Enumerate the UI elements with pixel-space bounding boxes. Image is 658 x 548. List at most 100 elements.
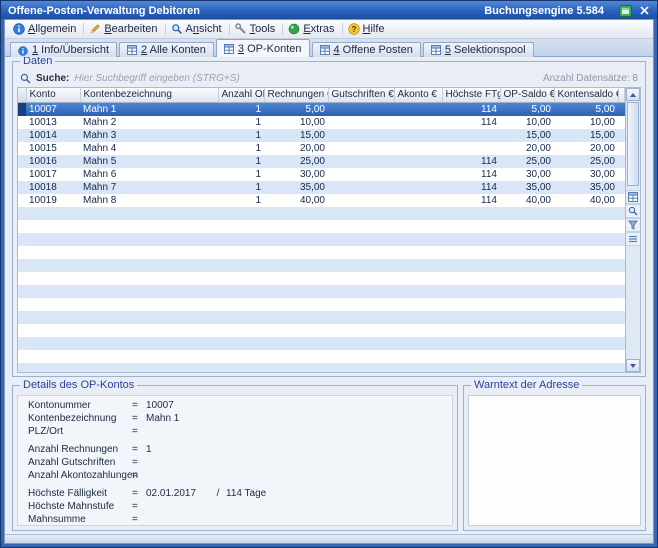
cell[interactable]: 10,00	[264, 116, 328, 129]
cell[interactable]	[328, 129, 394, 142]
cell[interactable]: 40,00	[264, 194, 328, 207]
cell[interactable]	[394, 194, 442, 207]
cell[interactable]	[394, 168, 442, 181]
table-row[interactable]: 10018Mahn 7135,0011435,0035,00	[18, 181, 625, 194]
cell[interactable]: 15,00	[500, 129, 554, 142]
cell[interactable]	[394, 155, 442, 168]
table-row[interactable]: 10017Mahn 6130,0011430,0030,00	[18, 168, 625, 181]
cell[interactable]: 10013	[26, 116, 80, 129]
column-header-op-saldo[interactable]: OP-Saldo €	[500, 88, 554, 102]
cell[interactable]: 30,00	[264, 168, 328, 181]
filter-icon[interactable]	[626, 218, 640, 232]
cell[interactable]: 5,00	[264, 102, 328, 116]
cell[interactable]: 10014	[26, 129, 80, 142]
menu-item-extras[interactable]: Extras	[284, 22, 340, 36]
cell[interactable]: 35,00	[554, 181, 618, 194]
column-header-konto[interactable]: Konto	[26, 88, 80, 102]
table-row[interactable]: 10019Mahn 8140,0011440,0040,00	[18, 194, 625, 207]
cell[interactable]: Mahn 2	[80, 116, 218, 129]
cell[interactable]: Mahn 1	[80, 102, 218, 116]
table-row[interactable]: 10007Mahn 115,001145,005,00	[18, 102, 625, 116]
cell[interactable]: 114	[442, 194, 500, 207]
menu-item-bearbeiten[interactable]: Bearbeiten	[85, 22, 163, 36]
cell[interactable]: 1	[218, 142, 264, 155]
column-header-rechnungen[interactable]: Rechnungen €	[264, 88, 328, 102]
cell[interactable]: 5,00	[500, 102, 554, 116]
cell[interactable]: 40,00	[554, 194, 618, 207]
column-header-kontenbezeichnung[interactable]: Kontenbezeichnung	[80, 88, 218, 102]
cell[interactable]: 10015	[26, 142, 80, 155]
cell[interactable]: 15,00	[264, 129, 328, 142]
cell[interactable]: 114	[442, 155, 500, 168]
cell[interactable]: 25,00	[554, 155, 618, 168]
cell[interactable]: Mahn 4	[80, 142, 218, 155]
cell[interactable]: 10,00	[554, 116, 618, 129]
cell[interactable]	[328, 155, 394, 168]
cell[interactable]	[394, 116, 442, 129]
cell[interactable]	[442, 142, 500, 155]
cell[interactable]	[328, 116, 394, 129]
search-input[interactable]	[74, 73, 538, 84]
cell[interactable]: 10007	[26, 102, 80, 116]
close-icon[interactable]	[636, 4, 652, 18]
cell[interactable]	[328, 102, 394, 116]
cell[interactable]: 30,00	[500, 168, 554, 181]
cell[interactable]: 25,00	[264, 155, 328, 168]
cell[interactable]: 5,00	[554, 102, 618, 116]
cell[interactable]: 114	[442, 116, 500, 129]
cell[interactable]: 30,00	[554, 168, 618, 181]
cell[interactable]: 35,00	[264, 181, 328, 194]
cell[interactable]	[394, 181, 442, 194]
scroll-up-button[interactable]	[626, 88, 640, 101]
cell[interactable]	[328, 194, 394, 207]
cell[interactable]	[394, 129, 442, 142]
cell[interactable]: 1	[218, 181, 264, 194]
cell[interactable]	[328, 142, 394, 155]
tab-1-info-bersicht[interactable]: 1 Info/Übersicht	[10, 42, 117, 57]
scrollbar-thumb[interactable]	[627, 102, 639, 186]
cell[interactable]: 1	[218, 129, 264, 142]
cell[interactable]: 10017	[26, 168, 80, 181]
cell[interactable]: 1	[218, 155, 264, 168]
cell[interactable]: 20,00	[264, 142, 328, 155]
cell[interactable]: 114	[442, 102, 500, 116]
list-icon[interactable]	[626, 232, 640, 246]
column-header-akonto[interactable]: Akonto €	[394, 88, 442, 102]
cell[interactable]	[394, 102, 442, 116]
cell[interactable]: 10016	[26, 155, 80, 168]
grid-icon[interactable]	[626, 190, 640, 204]
tab-5-selektionspool[interactable]: 5 Selektionspool	[423, 42, 534, 57]
menu-item-allgemein[interactable]: Allgemein	[9, 22, 82, 36]
column-header-kontensaldo[interactable]: Kontensaldo €	[554, 88, 618, 102]
column-header-anzahl-op[interactable]: Anzahl OP	[218, 88, 264, 102]
scroll-down-button[interactable]	[626, 359, 640, 372]
cell[interactable]: 1	[218, 194, 264, 207]
zoom-icon[interactable]	[626, 204, 640, 218]
cell[interactable]: 40,00	[500, 194, 554, 207]
table-row[interactable]: 10013Mahn 2110,0011410,0010,00	[18, 116, 625, 129]
cell[interactable]: 10018	[26, 181, 80, 194]
cell[interactable]: 20,00	[554, 142, 618, 155]
cell[interactable]	[328, 181, 394, 194]
cell[interactable]: 1	[218, 116, 264, 129]
table-row[interactable]: 10014Mahn 3115,0015,0015,00	[18, 129, 625, 142]
cell[interactable]	[442, 129, 500, 142]
column-header-gutschriften[interactable]: Gutschriften €	[328, 88, 394, 102]
menu-item-hilfe[interactable]: ?Hilfe	[344, 22, 391, 36]
cell[interactable]: 20,00	[500, 142, 554, 155]
cell[interactable]: 1	[218, 168, 264, 181]
cell[interactable]: 114	[442, 181, 500, 194]
table-row[interactable]: 10016Mahn 5125,0011425,0025,00	[18, 155, 625, 168]
tab-4-offene-posten[interactable]: 4 Offene Posten	[312, 42, 421, 57]
cell[interactable]	[394, 142, 442, 155]
cell[interactable]: 35,00	[500, 181, 554, 194]
cell[interactable]: Mahn 6	[80, 168, 218, 181]
cell[interactable]: Mahn 5	[80, 155, 218, 168]
cell[interactable]: Mahn 8	[80, 194, 218, 207]
menu-item-ansicht[interactable]: Ansicht	[167, 22, 228, 36]
export-icon[interactable]	[617, 4, 633, 18]
cell[interactable]: 15,00	[554, 129, 618, 142]
cell[interactable]	[328, 168, 394, 181]
table-row[interactable]: 10015Mahn 4120,0020,0020,00	[18, 142, 625, 155]
cell[interactable]: Mahn 3	[80, 129, 218, 142]
